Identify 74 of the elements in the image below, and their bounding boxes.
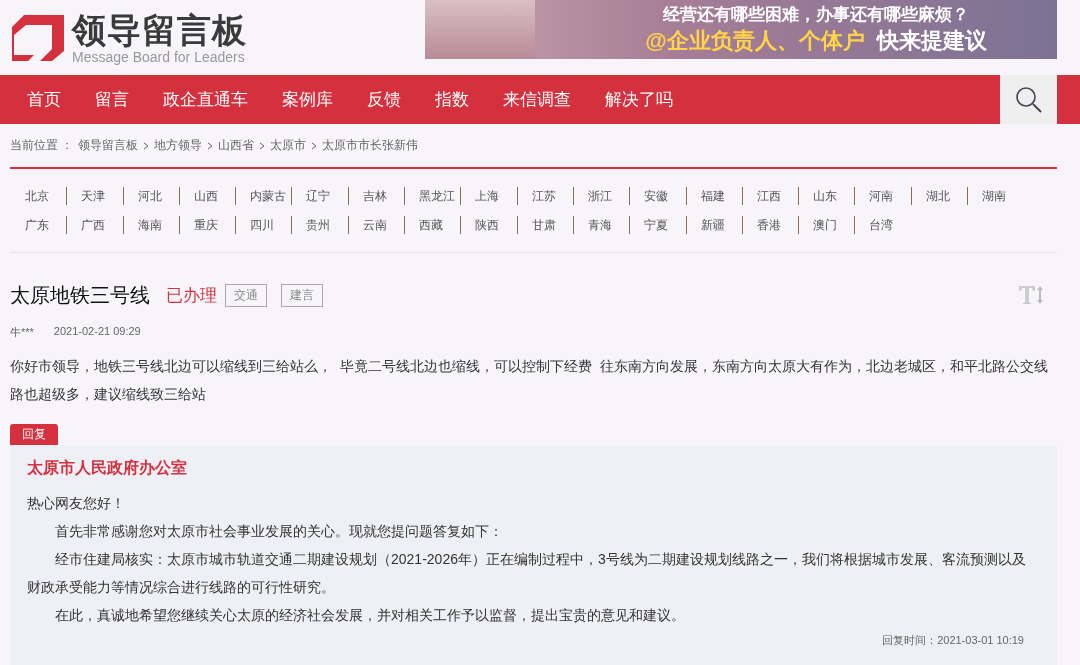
chevron-icon (207, 141, 214, 150)
region-link[interactable]: 黑龙江 (404, 187, 461, 205)
region-link[interactable]: 上海 (460, 187, 517, 205)
search-icon (1014, 85, 1043, 114)
breadcrumb-link[interactable]: 太原市市长张新伟 (322, 137, 419, 154)
region-link[interactable]: 西藏 (404, 216, 461, 234)
message-title: 太原地铁三号线 (10, 282, 150, 308)
breadcrumb-label: 当前位置 ： (10, 137, 74, 154)
region-link[interactable]: 河南 (854, 187, 911, 205)
region-link[interactable]: 湖北 (910, 187, 968, 205)
search-button[interactable] (1000, 75, 1057, 124)
banner-text: 快来提建议 (876, 27, 987, 55)
chevron-icon (143, 141, 150, 150)
reply-paragraph: 首先非常感谢您对太原市社会事业发展的关心。现就您提问题答复如下： (54, 522, 504, 541)
region-link[interactable]: 青海 (572, 216, 630, 234)
nav-item[interactable]: 指数 (418, 88, 486, 111)
region-link[interactable]: 北京 (10, 187, 67, 205)
region-link[interactable]: 广东 (10, 216, 67, 234)
message-body: 你好市领导，地铁三号线北边可以缩线到三给站么， 毕竟二号线北边也缩线，可以控制下经费 往东南方向发展，东南方向太原大有作为，北边老城区，和平北路公交线路也超级多，建议缩线致三给站 (10, 357, 1049, 404)
region-link[interactable]: 内蒙古 (235, 187, 292, 205)
region-link[interactable]: 四川 (235, 216, 292, 234)
region-link[interactable]: 辽宁 (291, 187, 348, 205)
breadcrumb-link[interactable]: 山西省 (218, 137, 255, 154)
reply-paragraph: 在此，真诚地希望您继续关心太原的经济社会发展，并对相关工作予以监督，提出宝贵的意见和建议。 (54, 606, 686, 625)
nav-item[interactable]: 案例库 (265, 88, 350, 111)
region-link[interactable]: 澳门 (798, 216, 855, 234)
region-link[interactable]: 香港 (741, 216, 799, 234)
reply-time: 回复时间：2021-03-01 10:19 (881, 633, 1025, 648)
region-link[interactable]: 甘肃 (516, 216, 573, 234)
author-name: 牛*** (10, 325, 34, 340)
region-link[interactable]: 吉林 (347, 187, 405, 205)
reply-paragraph: 经市住建局核实：太原市城市轨道交通二期建设规划（2021-2026年）正在编制过程中，3号线为二期建设规划线路之一，我们将根据城市发展、客流预测以及财政承受能力等情况综合进行线路的可行性研究。 (27, 550, 1027, 597)
region-link[interactable]: 山西 (178, 187, 236, 205)
region-link[interactable]: 河北 (122, 187, 179, 205)
region-link[interactable]: 山东 (798, 187, 855, 205)
breadcrumb-link[interactable]: 地方领导 (154, 137, 203, 154)
chevron-icon (259, 141, 266, 150)
region-link[interactable]: 安徽 (629, 187, 686, 205)
region-link[interactable]: 天津 (66, 187, 123, 205)
nav-item[interactable]: 政企直通车 (146, 88, 265, 111)
breadcrumb-link[interactable]: 领导留言板 (78, 137, 139, 154)
region-link[interactable]: 贵州 (291, 216, 348, 234)
post-date: 2021-02-21 09:29 (53, 325, 141, 339)
chevron-icon (311, 141, 318, 150)
region-link[interactable]: 福建 (685, 187, 742, 205)
region-link[interactable]: 海南 (122, 216, 179, 234)
region-link[interactable]: 云南 (347, 216, 405, 234)
breadcrumb-link[interactable]: 太原市 (270, 137, 307, 154)
reply-organization: 太原市人民政府办公室 (27, 458, 188, 478)
nav-item[interactable]: 来信调查 (486, 88, 588, 111)
region-link[interactable]: 新疆 (685, 216, 742, 234)
site-subtitle: Message Board for Leaders (72, 48, 246, 65)
status-label: 已办理 (166, 284, 217, 307)
region-link[interactable]: 台湾 (854, 216, 911, 234)
region-link[interactable]: 陕西 (460, 216, 517, 234)
region-link[interactable]: 浙江 (572, 187, 630, 205)
logo-icon (12, 14, 64, 61)
region-link[interactable]: 湖南 (967, 187, 1024, 205)
ad-banner[interactable]: 经营还有哪些困难，办事还有哪些麻烦？ @企业负责人、个体户 快来提建议 (425, 0, 1057, 59)
nav-item[interactable]: 反馈 (350, 88, 418, 111)
reply-greeting: 热心网友您好！ (27, 494, 126, 513)
banner-text: 经营还有哪些困难，办事还有哪些麻烦？ (663, 4, 969, 26)
tag: 建言 (281, 283, 323, 307)
region-link[interactable]: 重庆 (178, 216, 236, 234)
banner-highlight: @企业负责人、个体户 (645, 27, 865, 55)
tag: 交通 (225, 283, 267, 307)
nav-item[interactable]: 留言 (78, 88, 146, 111)
region-link[interactable]: 广西 (66, 216, 123, 234)
region-link[interactable]: 宁夏 (629, 216, 686, 234)
site-title: 领导留言板 (72, 10, 247, 49)
region-link[interactable]: 江西 (741, 187, 799, 205)
nav-item[interactable]: 解决了吗 (588, 88, 690, 111)
nav-item[interactable]: 首页 (10, 88, 78, 111)
region-link[interactable]: 江苏 (516, 187, 573, 205)
